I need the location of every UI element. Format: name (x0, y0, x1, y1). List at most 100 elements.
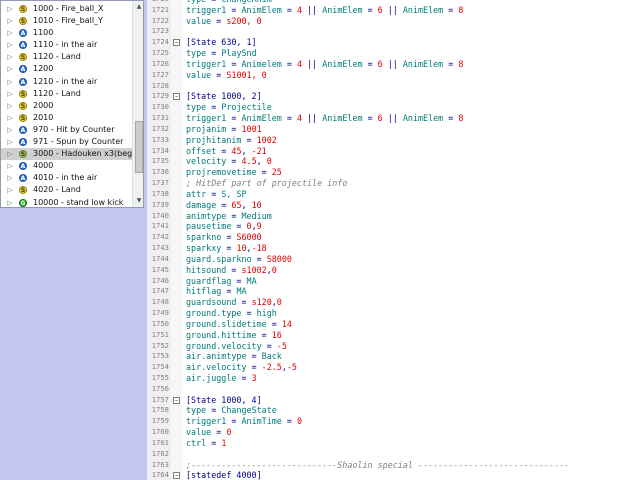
code-line[interactable]: 1729− [State 1000, 2] (147, 91, 617, 102)
code-line[interactable]: 1757− [State 1000, 4] (147, 395, 617, 406)
code-line[interactable]: 1758 type = ChangeState (147, 405, 617, 416)
code-line[interactable]: 1762 (147, 449, 617, 460)
tree-item[interactable]: ▷ S 2010 (1, 112, 132, 124)
code-line[interactable]: 1753 air.animtype = Back (147, 351, 617, 362)
expand-arrow-icon[interactable]: ▷ (6, 27, 14, 39)
tree-item[interactable]: ▷ S 1010 - Fire_ball_Y (1, 15, 132, 27)
code-line[interactable]: 1760 value = 0 (147, 427, 617, 438)
code-line[interactable]: 1751 ground.hittime = 16 (147, 330, 617, 341)
code-line[interactable]: 1763 ;-----------------------------Shaoli… (147, 460, 617, 471)
collapse-section-icon[interactable]: − (173, 93, 180, 101)
code-line[interactable]: 1736 projremovetime = 25 (147, 167, 617, 178)
code-line[interactable]: 1732 projanim = 1001 (147, 124, 617, 135)
code-line[interactable]: 1737 ; HitDef part of projectile info (147, 178, 617, 189)
expand-arrow-icon[interactable]: ▷ (6, 136, 14, 148)
code-token: velocity (186, 156, 227, 167)
code-text: [statedef 4000] (186, 470, 262, 480)
expand-arrow-icon[interactable]: ▷ (6, 197, 14, 208)
code-line[interactable]: 1750 ground.slidetime = 14 (147, 319, 617, 330)
expand-arrow-icon[interactable]: ▷ (6, 124, 14, 136)
expand-arrow-icon[interactable]: ▷ (6, 63, 14, 75)
state-tree-view[interactable]: ▷ S 1000 - Fire_ball_X ▷ S 1010 - Fire_ball_Y… (0, 0, 144, 208)
code-line[interactable]: 1734 offset = 45, -21 (147, 146, 617, 157)
code-line[interactable]: 1742 sparkno = S6000 (147, 232, 617, 243)
code-token: = (206, 437, 222, 448)
code-token: high (256, 308, 277, 319)
code-line[interactable]: 1754 air.velocity = -2.5,-5 (147, 362, 617, 373)
code-editor[interactable]: 1720type = ChangeAnim1721trigger1 = Anim… (147, 0, 617, 480)
line-number: 1744 (151, 253, 169, 263)
code-line[interactable]: 1721 trigger1 = AnimElem = 4 || AnimElem … (147, 5, 617, 16)
code-line[interactable]: 1738 attr = S, SP (147, 189, 617, 200)
code-line[interactable]: 1725 type = PlaySnd (147, 48, 617, 59)
code-line[interactable]: 1723 (147, 26, 617, 37)
code-line[interactable]: 1752 ground.velocity = -5 (147, 341, 617, 352)
tree-item[interactable]: ▷ S 2000 (1, 100, 132, 112)
expand-arrow-icon[interactable]: ▷ (6, 15, 14, 27)
expand-arrow-icon[interactable]: ▷ (6, 3, 14, 15)
tree-item-label: 971 - Spun by Counter (33, 137, 124, 147)
collapse-section-icon[interactable]: − (173, 396, 180, 404)
expand-arrow-icon[interactable]: ▷ (6, 172, 14, 184)
tree-item[interactable]: ▷ A 4010 - in the air (1, 172, 132, 184)
code-text: ctrl = 1 (186, 438, 226, 449)
tree-item[interactable]: ▷ S 1000 - Fire_ball_X (1, 3, 132, 15)
expand-arrow-icon[interactable]: ▷ (6, 51, 14, 63)
tree-item[interactable]: ▷ S 1120 - Land (1, 51, 132, 63)
expand-arrow-icon[interactable]: ▷ (6, 184, 14, 196)
code-line[interactable]: 1744 guard.sparkno = S8000 (147, 254, 617, 265)
code-line[interactable]: 1731 trigger1 = AnimElem = 4 || AnimElem … (147, 113, 617, 124)
code-line[interactable]: 1724− [State 630, 1] (147, 37, 617, 48)
scrollbar-thumb[interactable] (135, 121, 143, 173)
tree-item[interactable]: ▷ A 1210 - in the air (1, 76, 132, 88)
code-token: = (281, 58, 297, 69)
code-line[interactable]: 1726 trigger1 = Animelem = 4 || AnimElem … (147, 59, 617, 70)
expand-arrow-icon[interactable]: ▷ (6, 39, 14, 51)
state-icon: S (19, 113, 27, 122)
code-line[interactable]: 1735 velocity = 4.5, 0 (147, 156, 617, 167)
code-line[interactable]: 1739 damage = 65, 10 (147, 200, 617, 211)
collapse-section-icon[interactable]: − (173, 39, 180, 47)
tree-item[interactable]: ▷ A 1100 (1, 27, 132, 39)
tree-item[interactable]: ▷ A 971 - Spun by Counter (1, 136, 132, 148)
code-text: sparkno = S6000 (186, 232, 262, 243)
expand-arrow-icon[interactable]: ▷ (6, 88, 14, 100)
code-line[interactable]: 1730 type = Projectile (147, 102, 617, 113)
code-line[interactable]: 1746 guardflag = MA (147, 276, 617, 287)
tree-item[interactable]: ▷ S 1120 - Land (1, 88, 132, 100)
tree-item[interactable]: ▷ A 1110 - in the air (1, 39, 132, 51)
tree-item[interactable]: ▷ A 1200 (1, 63, 132, 75)
code-token: = (256, 167, 272, 178)
tree-scrollbar[interactable]: ▲ ▼ (132, 1, 143, 207)
code-line[interactable]: 1748 guardsound = s120,0 (147, 297, 617, 308)
tree-item[interactable]: ▷ G 10000 - stand low kick (1, 197, 132, 208)
expand-arrow-icon[interactable]: ▷ (6, 100, 14, 112)
collapse-section-icon[interactable]: − (173, 472, 180, 480)
code-line[interactable]: 1756 (147, 384, 617, 395)
expand-arrow-icon[interactable]: ▷ (6, 76, 14, 88)
expand-arrow-icon[interactable]: ▷ (6, 160, 14, 172)
code-line[interactable]: 1755 air.juggle = 3 (147, 373, 617, 384)
code-line[interactable]: 1728 (147, 81, 617, 92)
expand-arrow-icon[interactable]: ▷ (6, 112, 14, 124)
scroll-up-arrow-icon[interactable]: ▲ (133, 1, 143, 13)
tree-item[interactable]: ▷ A 4000 (1, 160, 132, 172)
code-line[interactable]: 1722 value = s200, 0 (147, 16, 617, 27)
tree-item[interactable]: ▷ S 4020 - Land (1, 184, 132, 196)
code-line[interactable]: 1749 ground.type = high (147, 308, 617, 319)
code-token: attr (186, 188, 207, 199)
code-line[interactable]: 1759 trigger1 = AnimTime = 0 (147, 416, 617, 427)
code-line[interactable]: 1747 hitflag = MA (147, 286, 617, 297)
code-line[interactable]: 1727 value = S1001, 0 (147, 70, 617, 81)
tree-item[interactable]: ▷ S 3000 - Hadouken x3(begi... (1, 148, 132, 161)
expand-arrow-icon[interactable]: ▷ (6, 148, 14, 160)
tree-item[interactable]: ▷ A 970 - Hit by Counter (1, 124, 132, 136)
code-line[interactable]: 1745 hitsound = s1002,0 (147, 265, 617, 276)
code-line[interactable]: 1740 animtype = Medium (147, 211, 617, 222)
code-line[interactable]: 1733 projhitanim = 1002 (147, 135, 617, 146)
code-line[interactable]: 1743 sparkxy = 10,-18 (147, 243, 617, 254)
code-line[interactable]: 1741 pausetime = 0,9 (147, 221, 617, 232)
code-line[interactable]: 1761 ctrl = 1 (147, 438, 617, 449)
scroll-down-arrow-icon[interactable]: ▼ (133, 195, 143, 207)
code-line[interactable]: 1764− [statedef 4000] (147, 470, 617, 480)
